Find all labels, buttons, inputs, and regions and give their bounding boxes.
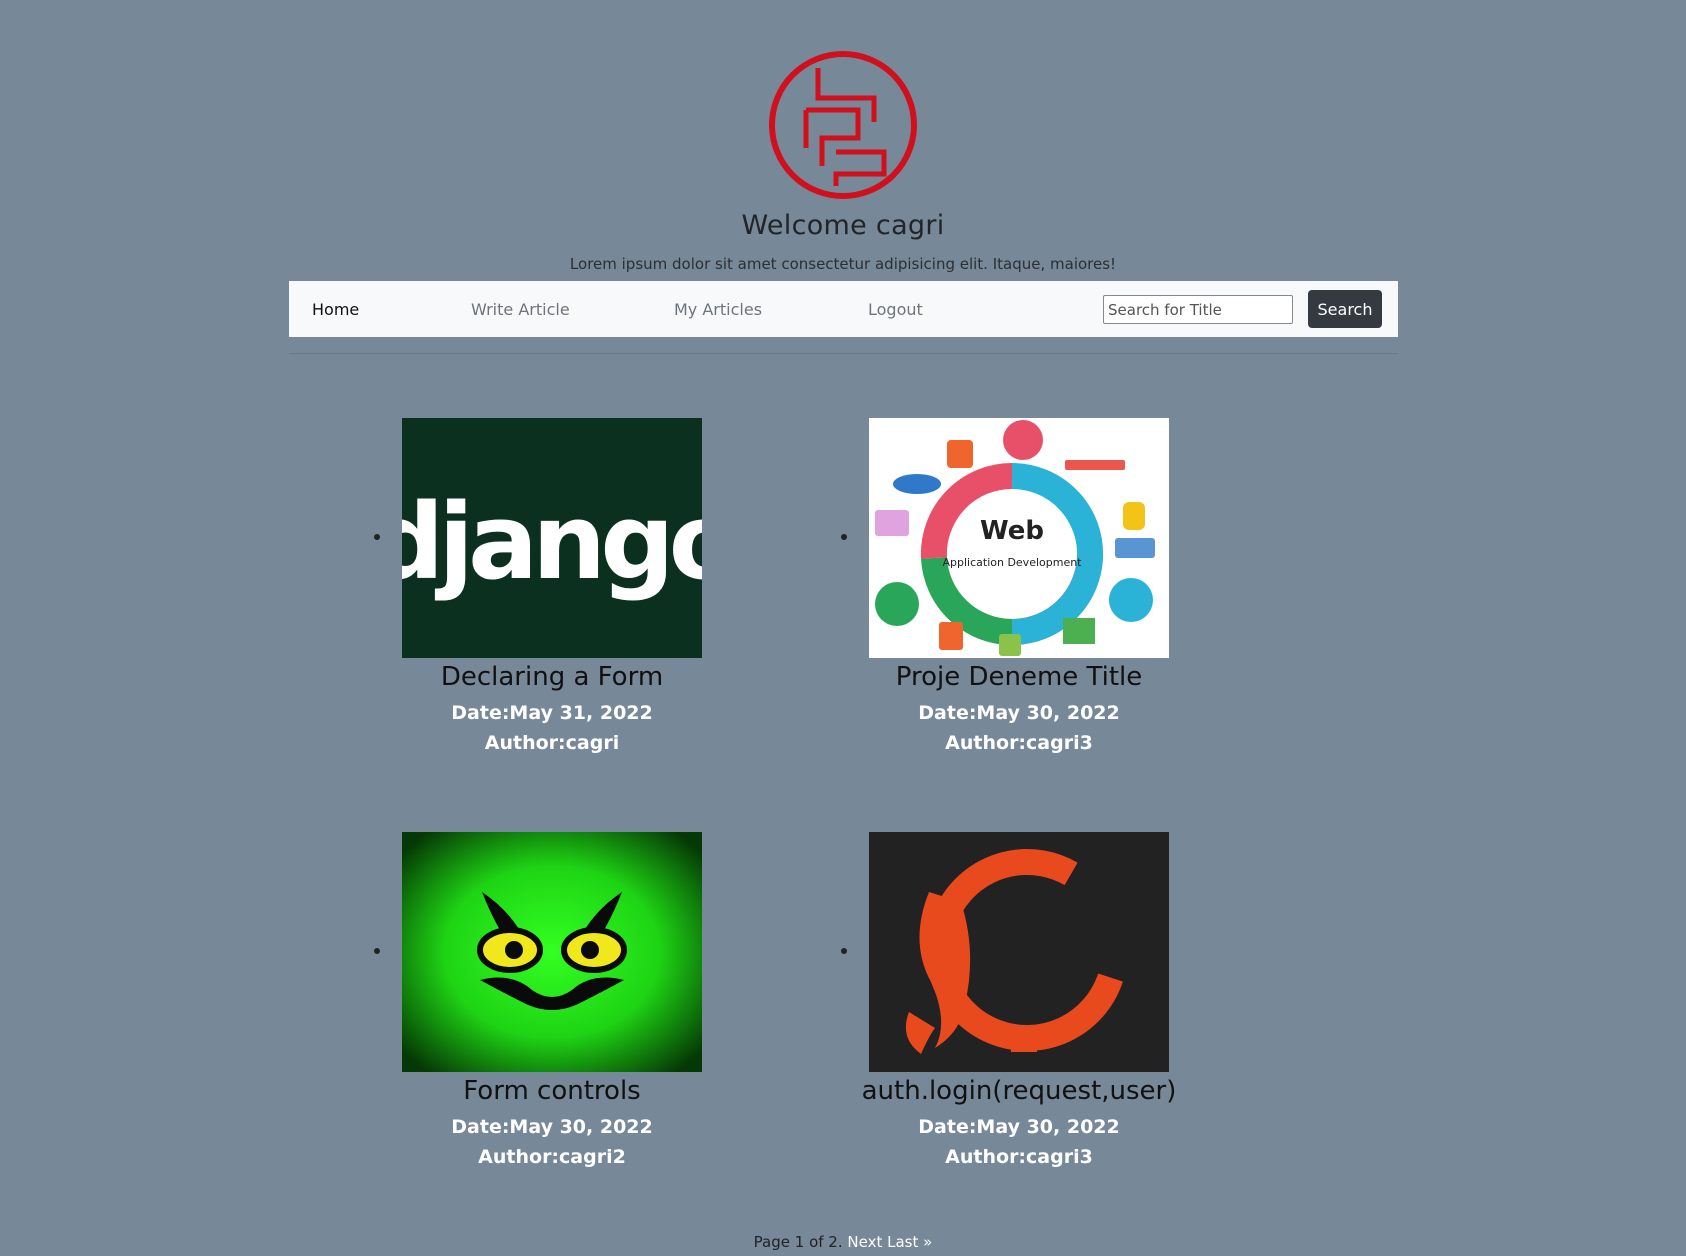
web-diagram-subtitle: Application Development — [942, 556, 1082, 569]
pagination-status: Page 1 of 2. — [753, 1233, 843, 1251]
article-card: Form controls Date:May 30, 2022 Author:c… — [374, 832, 722, 1168]
article-card: auth.login(request,user) Date:May 30, 20… — [841, 832, 1189, 1168]
article-date: Date:May 31, 2022 — [451, 702, 653, 724]
navbar-divider — [289, 353, 1398, 354]
article-author: Author:cagri — [484, 732, 620, 754]
main-navbar: Home Write Article My Articles Logout Se… — [289, 281, 1398, 337]
article-image-green-monster[interactable] — [402, 832, 702, 1072]
article-date: Date:May 30, 2022 — [918, 702, 1120, 724]
article-title[interactable]: Declaring a Form — [382, 662, 722, 692]
article-date: Date:May 30, 2022 — [918, 1116, 1120, 1138]
article-title[interactable]: auth.login(request,user) — [849, 1076, 1189, 1106]
article-author: Author:cagri3 — [945, 1146, 1093, 1168]
pagination-next-link[interactable]: Next — [847, 1233, 882, 1251]
article-image-web-development[interactable]: Web Application Development — [869, 418, 1169, 658]
list-bullet — [841, 948, 847, 954]
pagination: Page 1 of 2. Next Last » — [0, 1233, 1686, 1251]
article-title[interactable]: Form controls — [382, 1076, 722, 1106]
welcome-subtitle: Lorem ipsum dolor sit amet consectetur a… — [569, 255, 1117, 273]
page-header: Welcome cagri Lorem ipsum dolor sit amet… — [0, 0, 1686, 273]
article-title[interactable]: Proje Deneme Title — [849, 662, 1189, 692]
pagination-last-link[interactable]: Last » — [887, 1233, 932, 1251]
article-image-koi-fish[interactable] — [869, 832, 1169, 1072]
article-card: Web Application Development Proje Deneme… — [841, 418, 1189, 754]
list-bullet — [374, 948, 380, 954]
list-bullet — [841, 534, 847, 540]
search-button[interactable]: Search — [1308, 290, 1382, 328]
article-author: Author:cagri2 — [478, 1146, 626, 1168]
article-author: Author:cagri3 — [945, 732, 1093, 754]
nav-my-articles-link[interactable]: My Articles — [674, 300, 762, 319]
web-diagram-title: Web — [980, 516, 1044, 546]
django-logo-text: django — [402, 481, 702, 603]
article-card: django Declaring a Form Date:May 31, 202… — [374, 418, 722, 754]
article-date: Date:May 30, 2022 — [451, 1116, 653, 1138]
search-input[interactable] — [1103, 295, 1293, 324]
welcome-heading: Welcome cagri — [741, 210, 945, 241]
nav-write-article-link[interactable]: Write Article — [471, 300, 570, 319]
article-image-django[interactable]: django — [402, 418, 702, 658]
site-logo — [769, 51, 917, 199]
nav-logout-link[interactable]: Logout — [868, 300, 923, 319]
list-bullet — [374, 534, 380, 540]
nav-home-link[interactable]: Home — [312, 300, 359, 319]
